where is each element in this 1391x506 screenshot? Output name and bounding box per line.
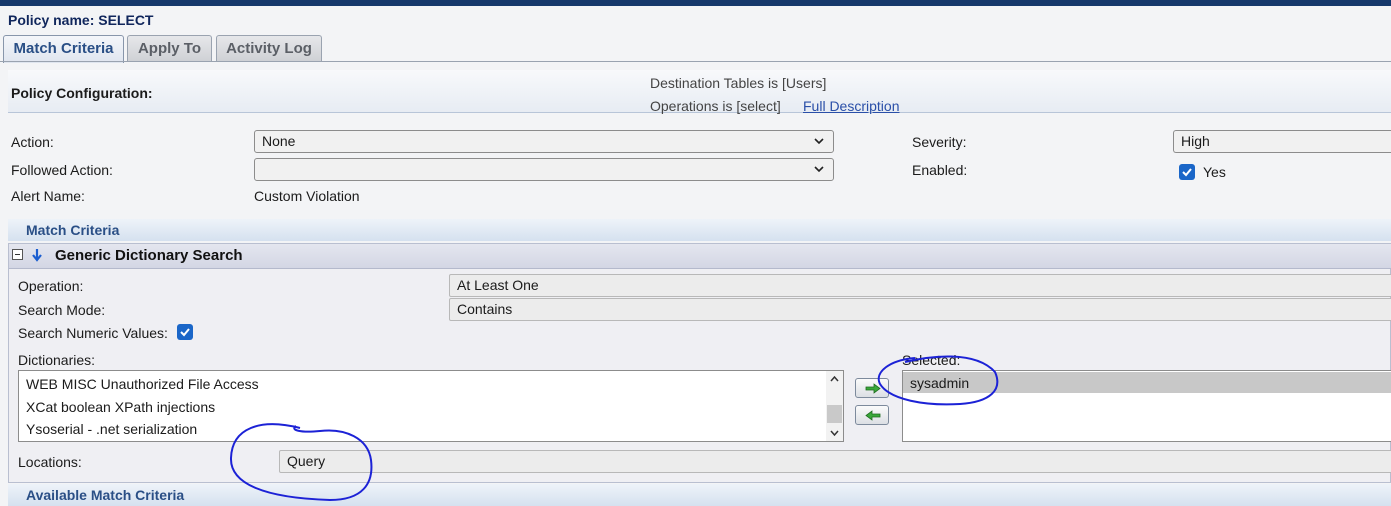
list-item[interactable]: Ysoserial - .net serialization — [26, 421, 197, 437]
selected-label: Selected: — [902, 352, 961, 368]
add-to-selected-button[interactable] — [855, 378, 889, 398]
tab-match-criteria[interactable]: Match Criteria — [3, 35, 124, 63]
search-mode-field[interactable]: Contains — [449, 298, 1391, 321]
operation-label: Operation: — [18, 278, 84, 294]
collapse-toggle-icon[interactable] — [12, 249, 23, 260]
action-select[interactable]: None — [254, 130, 834, 153]
list-item[interactable]: XCat boolean XPath injections — [26, 399, 215, 415]
dictionaries-listbox[interactable]: WEB MISC Unauthorized File Access XCat b… — [18, 370, 844, 442]
remove-from-selected-button[interactable] — [855, 405, 889, 425]
top-bar — [0, 0, 1391, 6]
tabs-divider — [0, 61, 1391, 62]
policy-config-title: Policy Configuration: — [11, 85, 153, 101]
selected-item[interactable]: sysadmin — [910, 375, 969, 391]
scrollbar-thumb[interactable] — [827, 405, 842, 423]
chevron-down-icon[interactable] — [829, 428, 840, 438]
policy-name: Policy name: SELECT — [8, 12, 154, 28]
action-label: Action: — [11, 134, 54, 150]
available-criteria-title: Available Match Criteria — [26, 487, 185, 503]
chevron-up-icon[interactable] — [829, 374, 840, 384]
destination-summary: Destination Tables is [Users] — [650, 75, 827, 91]
selected-item-row[interactable] — [903, 372, 1391, 393]
followed-action-select[interactable] — [254, 158, 834, 181]
followed-action-label: Followed Action: — [11, 162, 113, 178]
arrow-down-icon[interactable] — [30, 248, 44, 262]
enabled-checkbox[interactable] — [1179, 164, 1195, 180]
enabled-yes-text: Yes — [1203, 164, 1226, 180]
chevron-down-icon — [814, 138, 824, 145]
alert-name-label: Alert Name: — [11, 188, 85, 204]
severity-select[interactable]: High — [1173, 130, 1391, 153]
locations-field[interactable]: Query — [279, 450, 1391, 473]
full-description-link[interactable]: Full Description — [803, 98, 899, 114]
operations-summary: Operations is [select] — [650, 98, 781, 114]
dictionary-search-title: Generic Dictionary Search — [55, 247, 243, 264]
check-icon — [1182, 168, 1192, 177]
arrow-left-icon — [865, 410, 881, 421]
action-select-value: None — [262, 133, 296, 149]
locations-label: Locations: — [18, 454, 82, 470]
dictionaries-scrollbar[interactable] — [826, 371, 843, 441]
available-criteria-band — [8, 484, 1391, 506]
alert-name-value: Custom Violation — [254, 188, 360, 204]
match-criteria-band — [8, 219, 1391, 241]
operation-field[interactable]: At Least One — [449, 274, 1391, 297]
arrow-right-icon — [865, 383, 881, 394]
search-mode-label: Search Mode: — [18, 302, 106, 318]
tab-activity-log[interactable]: Activity Log — [216, 35, 322, 61]
search-numeric-checkbox[interactable] — [177, 324, 193, 340]
chevron-down-icon — [814, 166, 824, 173]
enabled-label: Enabled: — [912, 162, 968, 178]
dictionaries-label: Dictionaries: — [18, 352, 96, 368]
list-item[interactable]: WEB MISC Unauthorized File Access — [26, 376, 259, 392]
match-criteria-title: Match Criteria — [26, 222, 120, 238]
search-numeric-label: Search Numeric Values: — [18, 325, 168, 341]
tab-apply-to[interactable]: Apply To — [127, 35, 212, 61]
severity-select-value: High — [1181, 133, 1210, 149]
severity-label: Severity: — [912, 134, 967, 150]
check-icon — [180, 328, 190, 337]
